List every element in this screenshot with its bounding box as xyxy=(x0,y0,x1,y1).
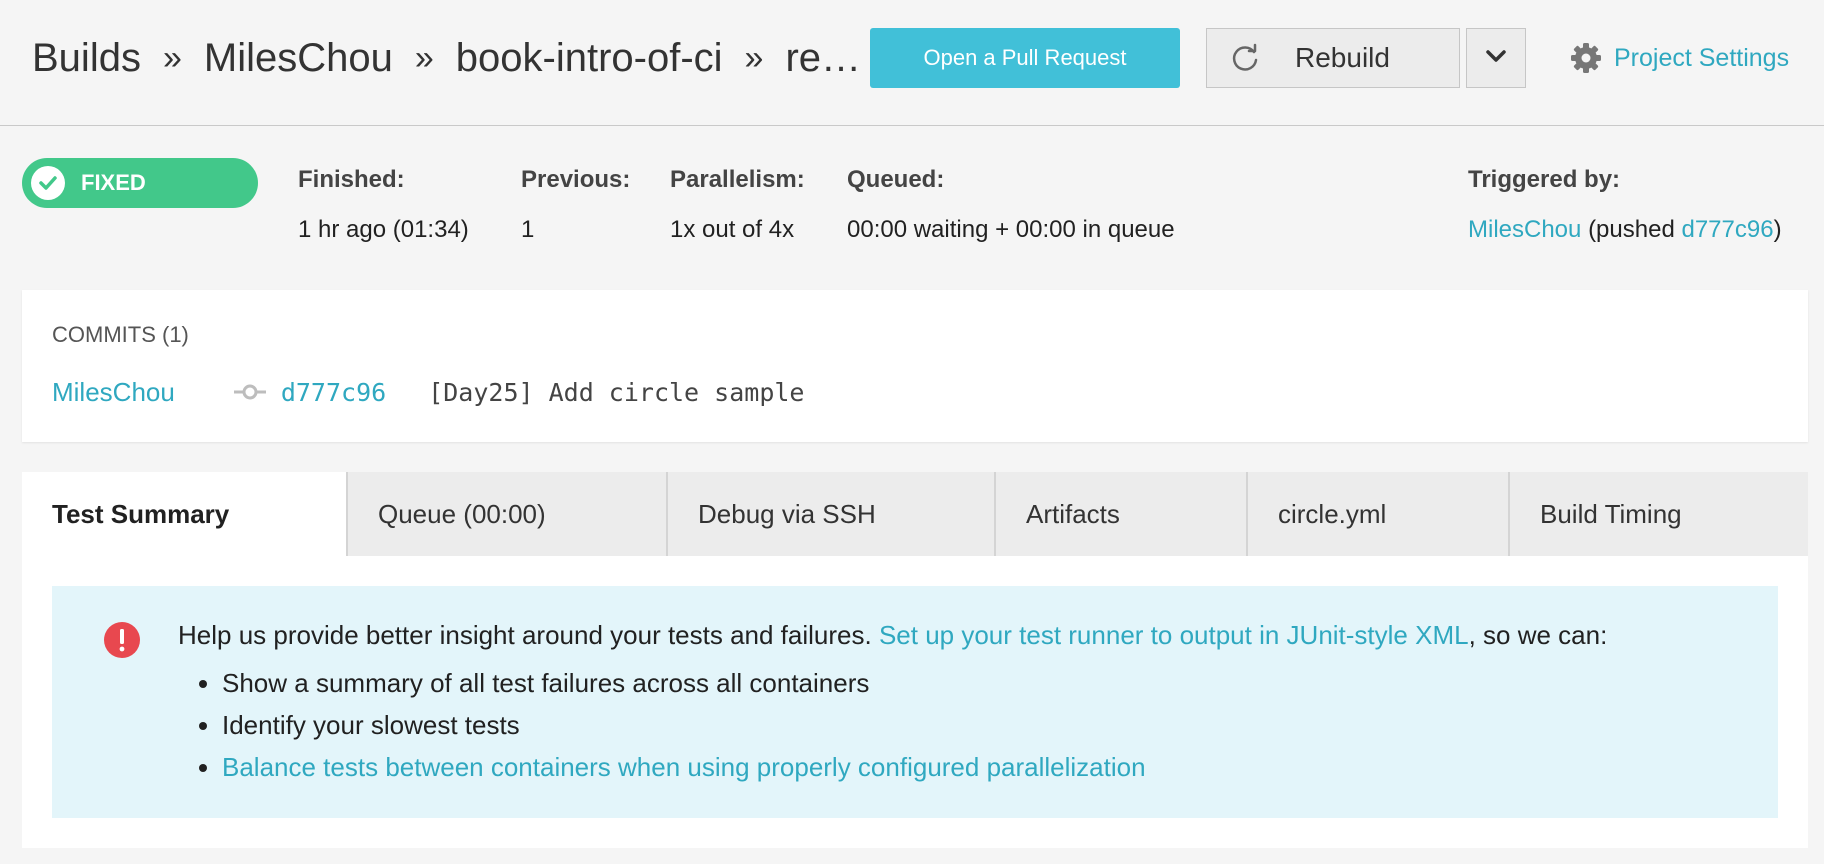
junit-setup-link[interactable]: Set up your test runner to output in JUn… xyxy=(879,620,1469,650)
info-suffix: , so we can: xyxy=(1468,620,1608,650)
tab-circle-yml[interactable]: circle.yml xyxy=(1248,472,1510,556)
triggered-value: MilesChou (pushed d777c96) xyxy=(1468,216,1782,244)
previous-build-link[interactable]: 1 xyxy=(521,216,630,244)
triggered-meta: Triggered by: MilesChou (pushed d777c96) xyxy=(1468,166,1782,244)
triggered-label: Triggered by: xyxy=(1468,166,1621,193)
queued-meta: Queued: 00:00 waiting + 00:00 in queue xyxy=(847,166,1175,244)
breadcrumb-separator: » xyxy=(162,38,182,77)
info-bullet-list: Show a summary of all test failures acro… xyxy=(178,662,1146,788)
list-item: Identify your slowest tests xyxy=(222,704,1146,746)
triggered-pushed-text: (pushed xyxy=(1588,216,1682,243)
check-icon xyxy=(31,166,65,200)
commit-sha-link[interactable]: d777c96 xyxy=(281,378,386,407)
page-header: Builds » MilesChou » book-intro-of-ci » … xyxy=(0,0,1824,126)
project-settings-link[interactable]: Project Settings xyxy=(1570,40,1789,76)
status-badge: FIXED xyxy=(22,158,258,208)
previous-meta: Previous: 1 xyxy=(521,166,630,244)
test-summary-panel: Help us provide better insight around yo… xyxy=(22,556,1808,848)
parallelism-meta: Parallelism: 1x out of 4x xyxy=(670,166,805,244)
tab-debug-ssh[interactable]: Debug via SSH xyxy=(668,472,996,556)
previous-label: Previous: xyxy=(521,166,631,193)
alert-icon xyxy=(104,622,140,658)
list-item: Show a summary of all test failures acro… xyxy=(222,662,1146,704)
tab-build-timing[interactable]: Build Timing xyxy=(1510,472,1808,556)
commit-author-link[interactable]: MilesChou xyxy=(52,377,175,408)
finished-value: 1 hr ago (01:34) xyxy=(298,216,469,243)
triggered-sha-link[interactable]: d777c96 xyxy=(1681,216,1773,243)
status-label: FIXED xyxy=(81,170,146,195)
breadcrumb-separator: » xyxy=(414,38,434,77)
chevron-down-icon xyxy=(1485,49,1507,68)
commit-row: MilesChou d777c96 [Day25] Add circle sam… xyxy=(52,374,804,410)
open-pull-request-button[interactable]: Open a Pull Request xyxy=(870,28,1180,88)
breadcrumb-builds[interactable]: Builds xyxy=(32,36,141,81)
parallelism-link[interactable]: 1x out of 4x xyxy=(670,216,805,244)
breadcrumb-branch[interactable]: re… xyxy=(785,36,861,81)
commit-message: [Day25] Add circle sample xyxy=(428,377,805,407)
rebuild-options-button[interactable] xyxy=(1466,28,1526,88)
parallelism-label: Parallelism: xyxy=(670,166,805,193)
triggered-user-link[interactable]: MilesChou xyxy=(1468,216,1581,243)
queued-value: 00:00 waiting + 00:00 in queue xyxy=(847,216,1175,243)
tab-queue[interactable]: Queue (00:00) xyxy=(348,472,668,556)
info-intro: Help us provide better insight around yo… xyxy=(178,620,879,650)
commits-card: COMMITS (1) MilesChou d777c96 [Day25] Ad… xyxy=(22,290,1808,442)
balance-tests-link[interactable]: Balance tests between containers when us… xyxy=(222,752,1146,782)
build-tabs: Test Summary Queue (00:00) Debug via SSH… xyxy=(22,472,1808,556)
rebuild-button[interactable]: Rebuild xyxy=(1206,28,1460,88)
breadcrumb: Builds » MilesChou » book-intro-of-ci » … xyxy=(32,30,861,86)
commit-icon xyxy=(233,382,267,402)
rebuild-label: Rebuild xyxy=(1295,42,1390,73)
queued-label: Queued: xyxy=(847,166,945,193)
triggered-suffix: ) xyxy=(1773,216,1782,243)
breadcrumb-project[interactable]: book-intro-of-ci xyxy=(456,36,723,81)
refresh-icon xyxy=(1229,42,1261,74)
junit-info-box: Help us provide better insight around yo… xyxy=(52,586,1778,818)
gear-icon xyxy=(1570,42,1602,74)
commits-title: COMMITS (1) xyxy=(52,322,189,347)
list-item: Balance tests between containers when us… xyxy=(222,746,1146,788)
breadcrumb-org[interactable]: MilesChou xyxy=(204,36,393,81)
tab-test-summary[interactable]: Test Summary xyxy=(22,472,348,556)
breadcrumb-separator: » xyxy=(744,38,764,77)
finished-meta: Finished: 1 hr ago (01:34) xyxy=(298,166,469,244)
finished-label: Finished: xyxy=(298,166,405,193)
project-settings-label: Project Settings xyxy=(1614,43,1790,72)
info-text: Help us provide better insight around yo… xyxy=(178,620,1607,651)
tab-artifacts[interactable]: Artifacts xyxy=(996,472,1248,556)
